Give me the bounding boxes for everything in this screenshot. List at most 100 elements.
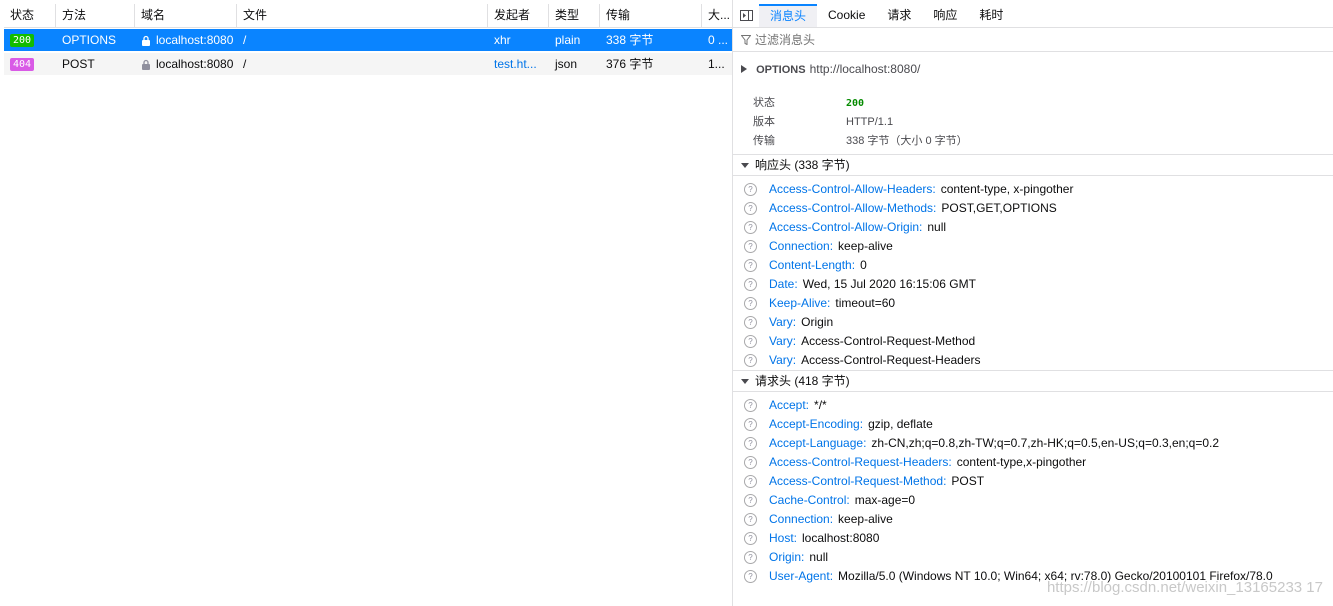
filter-headers-input[interactable]: 过滤消息头	[733, 28, 1333, 52]
header-value: null	[809, 550, 829, 564]
summary-url: http://localhost:8080/	[809, 62, 921, 76]
header-row[interactable]: ? Access-Control-Request-Headers: content-…	[744, 453, 1086, 472]
header-row[interactable]: ? Vary: Access-Control-Request-Headers	[744, 351, 981, 370]
column-type[interactable]: 类型	[549, 4, 600, 27]
header-row[interactable]: ? Access-Control-Allow-Origin: null	[744, 218, 946, 237]
help-icon[interactable]: ?	[744, 513, 757, 527]
header-row[interactable]: ? Keep-Alive: timeout=60	[744, 294, 895, 313]
request-transferred: 338 字节	[606, 33, 654, 47]
header-value: Origin	[801, 315, 834, 329]
tab-response[interactable]: 响应	[922, 4, 968, 27]
header-row[interactable]: ? Access-Control-Allow-Headers: content-ty…	[744, 180, 1073, 199]
column-domain[interactable]: 域名	[135, 4, 237, 27]
tab-headers[interactable]: 消息头	[759, 4, 818, 27]
header-row[interactable]: ? Cache-Control: max-age=0	[744, 491, 915, 510]
help-icon[interactable]: ?	[744, 297, 757, 311]
column-status[interactable]: 状态	[4, 4, 56, 27]
request-row[interactable]: 404 POST localhost:8080 / test.ht... jso…	[4, 53, 732, 75]
header-row[interactable]: ? Vary: Origin	[744, 313, 833, 332]
header-name: Keep-Alive:	[769, 296, 831, 310]
header-row[interactable]: ? Origin: null	[744, 548, 828, 567]
request-list-pane: 状态 方法 域名 文件 发起者 类型 传输 大... 200 OPTIONS l…	[0, 0, 733, 606]
filter-icon	[741, 34, 751, 45]
header-name: Connection:	[769, 512, 834, 526]
header-value: Access-Control-Request-Method	[801, 334, 976, 348]
header-value: content-type,x-pingother	[956, 455, 1087, 469]
help-icon[interactable]: ?	[744, 570, 757, 584]
help-icon[interactable]: ?	[744, 354, 757, 368]
help-icon[interactable]: ?	[744, 437, 757, 451]
request-summary[interactable]: OPTIONS http://localhost:8080/	[741, 62, 920, 76]
header-row[interactable]: ? Accept: */*	[744, 396, 827, 415]
header-row[interactable]: ? Access-Control-Allow-Methods: POST,GET,O…	[744, 199, 1057, 218]
help-icon[interactable]: ?	[744, 399, 757, 413]
request-initiator-link[interactable]: test.ht...	[488, 53, 549, 75]
response-headers-title: 响应头 (338 字节)	[755, 158, 850, 172]
lock-icon	[142, 36, 150, 47]
header-name: Date:	[769, 277, 798, 291]
request-transferred: 376 字节	[606, 57, 654, 71]
header-name: Vary:	[769, 334, 797, 348]
column-file[interactable]: 文件	[237, 4, 488, 27]
request-size: 0 ...	[708, 33, 729, 47]
watermark: https://blog.csdn.net/weixin_13165233 17	[1046, 579, 1323, 596]
header-value: content-type, x-pingother	[940, 182, 1074, 196]
help-icon[interactable]: ?	[744, 335, 757, 349]
help-icon[interactable]: ?	[744, 316, 757, 330]
help-icon[interactable]: ?	[744, 494, 757, 508]
request-method: POST	[62, 57, 95, 71]
header-value: zh-CN,zh;q=0.8,zh-TW;q=0.7,zh-HK;q=0.5,e…	[871, 436, 1220, 450]
header-value: timeout=60	[835, 296, 896, 310]
header-name: Vary:	[769, 353, 797, 367]
header-row[interactable]: ? Accept-Encoding: gzip, deflate	[744, 415, 933, 434]
version-line: 版本 HTTP/1.1	[753, 113, 893, 129]
header-value: keep-alive	[838, 239, 893, 253]
lock-icon	[142, 60, 150, 71]
header-row[interactable]: ? Host: localhost:8080	[744, 529, 879, 548]
header-value: Access-Control-Request-Headers	[801, 353, 981, 367]
header-row[interactable]: ? Accept-Language: zh-CN,zh;q=0.8,zh-TW;q=…	[744, 434, 1219, 453]
header-row[interactable]: ? Content-Length: 0	[744, 256, 867, 275]
response-headers-section-header[interactable]: 响应头 (338 字节)	[733, 154, 1333, 176]
request-row[interactable]: 200 OPTIONS localhost:8080 / xhr plain 3…	[4, 29, 732, 51]
header-value: null	[927, 220, 947, 234]
request-domain: localhost:8080	[156, 33, 234, 47]
header-name: User-Agent:	[769, 569, 834, 583]
help-icon[interactable]: ?	[744, 240, 757, 254]
request-type: json	[555, 57, 578, 71]
help-icon[interactable]: ?	[744, 532, 757, 546]
header-name: Access-Control-Request-Headers:	[769, 455, 952, 469]
header-name: Cache-Control:	[769, 493, 850, 507]
transfer-label: 传输	[753, 135, 775, 147]
request-headers-section-header[interactable]: 请求头 (418 字节)	[733, 370, 1333, 392]
header-value: 0	[860, 258, 867, 272]
column-initiator[interactable]: 发起者	[488, 4, 549, 27]
header-name: Access-Control-Allow-Origin:	[769, 220, 923, 234]
header-name: Accept-Language:	[769, 436, 867, 450]
header-name: Vary:	[769, 315, 797, 329]
help-icon[interactable]: ?	[744, 278, 757, 292]
help-icon[interactable]: ?	[744, 221, 757, 235]
tab-cookie[interactable]: Cookie	[817, 4, 876, 27]
header-row[interactable]: ? Date: Wed, 15 Jul 2020 16:15:06 GMT	[744, 275, 976, 294]
help-icon[interactable]: ?	[744, 183, 757, 197]
help-icon[interactable]: ?	[744, 475, 757, 489]
help-icon[interactable]: ?	[744, 202, 757, 216]
help-icon[interactable]: ?	[744, 456, 757, 470]
toggle-sidebar-icon[interactable]	[733, 4, 759, 27]
header-row[interactable]: ? Connection: keep-alive	[744, 510, 893, 529]
header-row[interactable]: ? Access-Control-Request-Method: POST	[744, 472, 984, 491]
filter-placeholder: 过滤消息头	[755, 33, 816, 47]
tab-request[interactable]: 请求	[876, 4, 922, 27]
header-row[interactable]: ? Vary: Access-Control-Request-Method	[744, 332, 975, 351]
column-transferred[interactable]: 传输	[600, 4, 702, 27]
request-file: /	[243, 33, 247, 47]
help-icon[interactable]: ?	[744, 259, 757, 273]
column-size[interactable]: 大...	[702, 4, 732, 27]
collapse-triangle-icon	[741, 379, 749, 385]
tab-timings[interactable]: 耗时	[968, 4, 1014, 27]
header-row[interactable]: ? Connection: keep-alive	[744, 237, 893, 256]
column-method[interactable]: 方法	[56, 4, 135, 27]
help-icon[interactable]: ?	[744, 418, 757, 432]
help-icon[interactable]: ?	[744, 551, 757, 565]
